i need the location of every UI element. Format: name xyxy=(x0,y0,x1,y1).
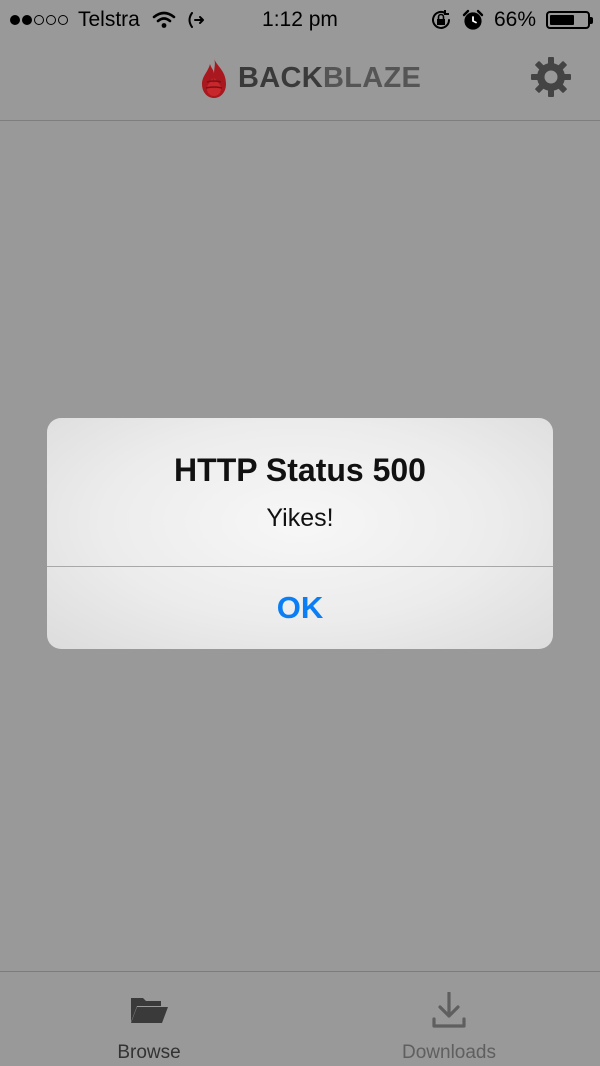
alert-message: Yikes! xyxy=(266,504,334,532)
status-bar: Telstra 1:12 pm 66% xyxy=(0,0,600,40)
tab-bar: Browse Downloads xyxy=(0,971,600,1066)
battery-icon xyxy=(546,11,593,29)
tab-browse-label: Browse xyxy=(117,1042,181,1063)
tab-downloads[interactable]: Downloads xyxy=(349,972,549,1066)
backblaze-logo: BACKBLAZE xyxy=(198,56,421,100)
alert-title: HTTP Status 500 xyxy=(174,452,426,488)
alarm-icon xyxy=(462,9,484,30)
logo-wordmark: BACKBLAZE xyxy=(238,62,421,95)
battery-level-fill xyxy=(550,15,574,25)
flame-logo-icon xyxy=(202,58,226,98)
download-icon xyxy=(432,992,466,1028)
tab-browse[interactable]: Browse xyxy=(49,972,249,1066)
error-alert-dialog: HTTP Status 500 Yikes! OK xyxy=(47,418,553,649)
rotation-lock-icon xyxy=(431,10,450,29)
logo-text-back: BACK xyxy=(238,61,323,94)
ok-button[interactable]: OK xyxy=(47,567,553,649)
tab-downloads-label: Downloads xyxy=(402,1042,496,1063)
gear-icon[interactable] xyxy=(530,56,572,98)
battery-percentage: 66% xyxy=(493,8,536,31)
status-right: 66% xyxy=(430,8,593,32)
navigation-bar: BACKBLAZE xyxy=(0,40,600,121)
logo-text-blaze: BLAZE xyxy=(322,61,422,94)
folder-icon xyxy=(131,998,168,1023)
